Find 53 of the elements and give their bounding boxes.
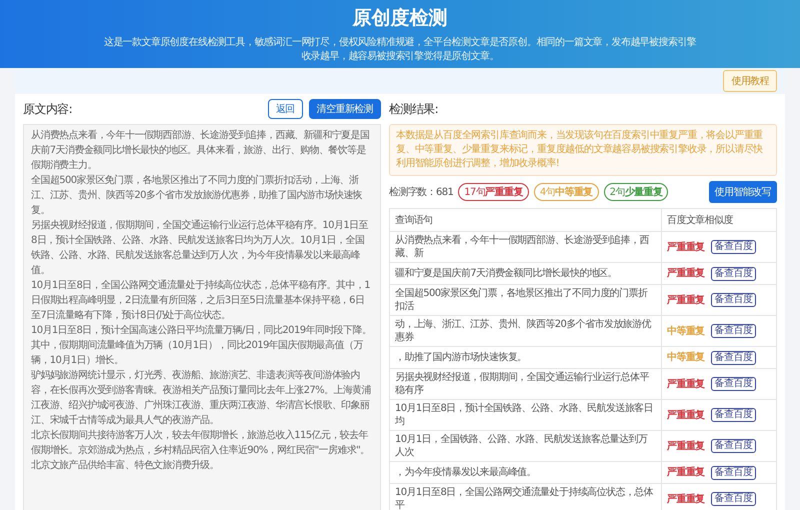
paragraph: 另据央视财经报道，假期期间，全国交通运输行业运行总体平稳有序。10月1日至8日，预计全国铁路、公路、水路、民航发送旅客日均为万人次。10月1日，全国铁路、公路、水路、民航发送旅客总量达到万人次，为今年疫情暴发以来最高峰值。 [31, 218, 370, 278]
check-baidu-button[interactable]: 备查百度 [710, 439, 756, 453]
table-cell: 全国超500家景区免门票，各地景区推出了不同力度的门票折扣活 [390, 284, 662, 316]
similarity-label: 严重重复 [667, 408, 705, 422]
check-baidu-button[interactable]: 备查百度 [710, 377, 756, 391]
word-count: 检测字数：681 [389, 186, 454, 199]
table-cell: 10月1日至8日，全国公路网交通流量处于持续高位状态，总体平 [390, 484, 662, 510]
similarity-label: 严重重复 [667, 240, 705, 254]
similarity-label: 严重重复 [667, 440, 705, 452]
check-baidu-button[interactable]: 备查百度 [710, 408, 756, 422]
table-cell: 10月1日，全国铁路、公路、水路、民航发送旅客总量达到万人次 [390, 430, 662, 462]
page-title: 原创度检测 [352, 6, 448, 31]
check-baidu-button[interactable]: 备查百度 [710, 293, 756, 307]
count-tag: 17句严重重复 [458, 183, 529, 201]
table-cell: ，为今年疫情暴发以来最高峰值。 [390, 462, 662, 484]
check-baidu-button[interactable]: 备查百度 [710, 466, 756, 480]
clear-button[interactable]: 清空重新检测 [308, 99, 381, 119]
table-cell: ，助推了国内游市场快速恢复。 [390, 346, 662, 368]
section-heading: 原文内容: [23, 100, 72, 118]
table-cell: 疆和宁夏是国庆前7天消费金额同比增长最快的地区。 [390, 262, 662, 284]
column-header: 百度文章相似度 [662, 208, 776, 232]
similarity-label: 严重重复 [667, 378, 705, 390]
check-baidu-button[interactable]: 备查百度 [710, 266, 756, 280]
check-baidu-button[interactable]: 备查百度 [710, 240, 756, 254]
paragraph: 从消费热点来看，今年十一假期西部游、长途游受到追捧，西藏、新疆和宁夏是国庆前7天消费金额同比增长最快的地区。具体来看，旅游、出行、购物、餐饮等是假期消费主力。 [31, 128, 370, 173]
table-cell: 另据央视财经报道，假期期间，全国交通运输行业运行总体平稳有序 [390, 368, 662, 400]
check-baidu-button[interactable]: 备查百度 [710, 324, 756, 338]
count-tag: 2句少量重复 [604, 183, 668, 201]
notice-text: 本数据是从百度全网索引库查询而来，当发现该句在百度索引中重复严重，将会以严重重复、中等重复、少量重复来标记，重复度越低的文章越容易被搜索引擎收录，所以请尽快利用智能原创进行调整，增加收录概率! [389, 124, 777, 176]
paragraph: 驴妈妈旅游网统计显示，灯光秀、夜游船、旅游演艺、非遗表演等夜间游体验内容，在长假再次受到游客青睐。夜游相关产品预订量同比去年上涨27%。上海黄浦江夜游、绍兴护城河夜游、广州珠江夜游、重庆两江夜游、华清宫长恨歌、印象丽江、宋城千古情等成为最具人气的夜游产品。 [31, 368, 372, 428]
check-baidu-button[interactable]: 备查百度 [710, 492, 756, 506]
similarity-label: 严重重复 [667, 466, 705, 479]
table-cell: 从消费热点来看，今年十一假期西部游、长途游受到追捧，西藏、新 [390, 232, 662, 262]
similarity-label: 中等重复 [667, 351, 705, 364]
table-cell: 10月1日至8日，预计全国铁路、公路、水路、民航发送旅客日均 [390, 400, 662, 430]
paragraph: 北京长假期间共接待游客万人次，较去年假期增长，旅游总收入115亿元，较去年假期增长。京郊游成为热点，乡村精品民宿入住率近90%，网红民宿"一房难求"。北京文旅产品供给丰富、特色文旅消费升级。 [31, 428, 371, 473]
check-baidu-button[interactable]: 备查百度 [710, 350, 756, 364]
count-tag: 4句中等重复 [534, 183, 599, 201]
similarity-label: 严重重复 [667, 267, 705, 280]
similarity-label: 严重重复 [667, 294, 705, 306]
paragraph: 10月1日至8日，预计全国高速公路日平均流量万辆/日，同比2019年同时段下降。 [31, 324, 372, 338]
paragraph: 其中，假期期间流量峰值为万辆（10月1日），同比2019年国庆假期最高值（万辆，10月1日）增长。 [31, 338, 364, 368]
column-header: 查询语句 [390, 208, 662, 232]
section-heading: 检测结果: [389, 100, 438, 118]
text-area[interactable] [23, 124, 381, 510]
paragraph: 全国超500家景区免门票，各地景区推出了不同力度的门票折扣活动，上海、浙江、江苏、贵州、陕西等20多个省市发放旅游优惠券，助推了国内游市场快速恢复。 [31, 174, 364, 218]
back-button[interactable]: 返回 [268, 99, 303, 119]
page-description: 这是一款文章原创度在线检测工具，敏感词汇一网打尽，侵权风险精准规避，全平台检测文章是否原创。相同的一篇文章，发布越早被搜索引擎收录越早，越容易被搜索引擎觉得是原创文章。 [102, 36, 698, 64]
similarity-label: 中等重复 [667, 324, 705, 338]
table-cell: 动，上海、浙江、江苏、贵州、陕西等20多个省市发放旅游优惠券 [390, 316, 662, 346]
similarity-label: 严重重复 [667, 492, 705, 506]
rewrite-button[interactable]: 使用智能改写 [708, 181, 777, 203]
paragraph: 10月1日至8日，全国公路网交通流量处于持续高位状态，总体平稳有序。其中，1日假期出程高峰明显，2日流量有所回落，之后3日至5日流量基本保持平稳，6日至7日流量略有下降，预计8日仍处于高位状态。 [31, 278, 372, 323]
